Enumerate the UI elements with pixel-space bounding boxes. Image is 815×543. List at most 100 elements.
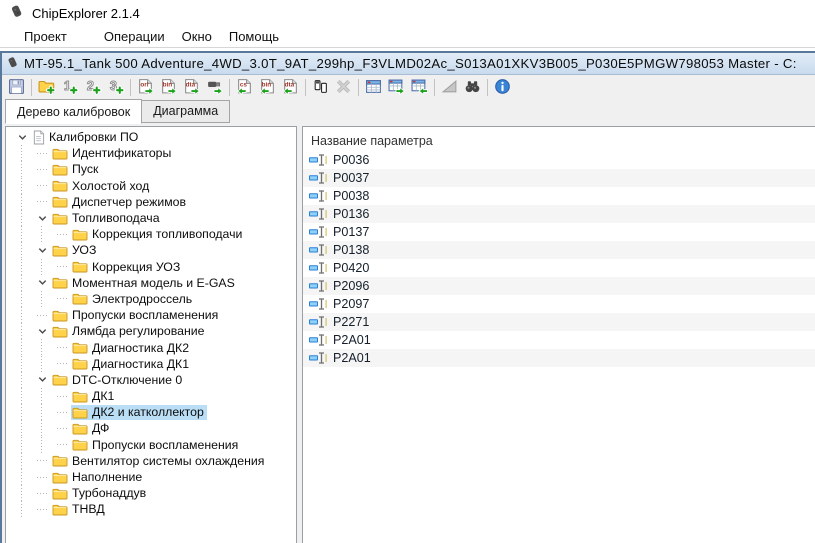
list-item[interactable]: P0137 [303,223,815,241]
tree-item[interactable]: DTC-Отключение 0 [6,372,296,388]
tab-diagram[interactable]: Диаграмма [142,100,230,123]
folder-icon [52,179,68,192]
tree-expander[interactable] [34,307,51,323]
list-item[interactable]: P0036 [303,151,815,169]
tree-expander[interactable] [54,388,71,404]
tree-item[interactable]: Диспетчер режимов [6,194,296,210]
tree-expander[interactable] [34,485,51,501]
tree-item[interactable]: Топливоподача [6,210,296,226]
list-item[interactable]: P0420 [303,259,815,277]
tree-expander[interactable] [54,404,71,420]
tree-item[interactable]: УОЗ [6,242,296,258]
parameter-icon [309,171,327,185]
menu-help[interactable]: Помощь [226,27,282,46]
tree-expander[interactable] [34,501,51,517]
folder-icon [72,292,88,305]
tree-item[interactable]: Коррекция УОЗ [6,259,296,275]
save-button[interactable] [5,77,28,99]
folder-icon [72,341,88,354]
tree-item[interactable]: ДК1 [6,388,296,404]
parameter-list-header[interactable]: Название параметра [303,127,815,151]
tree-item[interactable]: Холостой ход [6,178,296,194]
tree-expander[interactable] [34,453,51,469]
tree-expander[interactable] [54,437,71,453]
tree-item[interactable]: Калибровки ПО [6,129,296,145]
table-export-button[interactable] [385,77,408,99]
parameter-label: P2A01 [333,333,371,347]
tree-expander[interactable] [34,161,51,177]
export-dta-button[interactable]: dta [180,77,203,99]
tree-expander[interactable] [34,323,51,339]
tree-item[interactable]: Идентификаторы [6,145,296,161]
tree-expander[interactable] [34,275,51,291]
tree-item[interactable]: Наполнение [6,469,296,485]
add-map-3-button[interactable]: 3 [104,77,127,99]
tree-expander[interactable] [34,178,51,194]
import-bin-button[interactable]: bin [256,77,279,99]
tree-expander[interactable] [34,372,51,388]
tree-expander[interactable] [34,210,51,226]
tree-item-label: Вентилятор системы охлаждения [72,454,264,468]
search-button[interactable] [461,77,484,99]
tree-expander[interactable] [34,469,51,485]
add-folder-button[interactable] [35,77,58,99]
table-view-button[interactable] [362,77,385,99]
tree-item[interactable]: Моментная модель и E-GAS [6,275,296,291]
tree-expander[interactable] [34,194,51,210]
tree-item[interactable]: ТНВД [6,501,296,517]
import-dta-button[interactable]: dta [279,77,302,99]
list-item[interactable]: P0138 [303,241,815,259]
menu-window[interactable]: Окно [179,27,215,46]
tree-expander[interactable] [54,259,71,275]
export-bin-button[interactable]: bin [157,77,180,99]
menu-project[interactable]: Проект [21,27,70,46]
folder-icon [52,244,68,257]
add-map-1-button[interactable]: 1 [58,77,81,99]
tree-expander[interactable] [54,226,71,242]
document-titlebar[interactable]: MT-95.1_Tank 500 Adventure_4WD_3.0T_9AT_… [2,53,815,75]
list-item[interactable]: P2271 [303,313,815,331]
tab-calibration-tree[interactable]: Дерево калибровок [5,99,142,124]
add-map-2-button[interactable]: 2 [81,77,104,99]
list-item[interactable]: P0136 [303,205,815,223]
tree-expander[interactable] [34,242,51,258]
tree-item[interactable]: ДФ [6,420,296,436]
tree-expander[interactable] [54,356,71,372]
tree-item[interactable]: Лямбда регулирование [6,323,296,339]
tree-item[interactable]: Пуск [6,161,296,177]
tree-item[interactable]: Диагностика ДК2 [6,339,296,355]
parameter-label: P0037 [333,171,369,185]
tree-item[interactable]: Электродроссель [6,291,296,307]
tree-expander[interactable] [34,145,51,161]
tree-item[interactable]: Пропуски воспламенения [6,307,296,323]
table-import-button[interactable] [408,77,431,99]
list-item[interactable]: P2097 [303,295,815,313]
list-item[interactable]: P2A01 [303,349,815,367]
tree-item[interactable]: Пропуски воспламенения [6,437,296,453]
info-button[interactable] [491,77,514,99]
folder-icon [72,422,88,435]
export-ori-button[interactable]: ori [134,77,157,99]
tree-item-label: ДК1 [92,389,114,403]
tree-item[interactable]: Турбонаддув [6,485,296,501]
import-cs-button[interactable]: cs [233,77,256,99]
tree-item[interactable]: Коррекция топливоподачи [6,226,296,242]
tree-item[interactable]: ДК2 и катколлектор [6,404,296,420]
tree-item-label: Идентификаторы [72,146,171,160]
tree-expander[interactable] [54,339,71,355]
list-item[interactable]: P0037 [303,169,815,187]
tree-item[interactable]: Диагностика ДК1 [6,356,296,372]
list-item[interactable]: P2096 [303,277,815,295]
list-item[interactable]: P0038 [303,187,815,205]
tree-item[interactable]: Вентилятор системы охлаждения [6,453,296,469]
compare-chips-button[interactable] [309,77,332,99]
tree-expander[interactable] [14,129,31,145]
tree-expander[interactable] [54,420,71,436]
tree-expander[interactable] [54,291,71,307]
folder-icon [72,438,88,451]
parameter-icon [309,333,327,347]
list-item[interactable]: P2A01 [303,331,815,349]
chevron-expanded-icon [37,326,48,337]
export-flash-button[interactable] [203,77,226,99]
menu-operations[interactable]: Операции [101,27,168,46]
